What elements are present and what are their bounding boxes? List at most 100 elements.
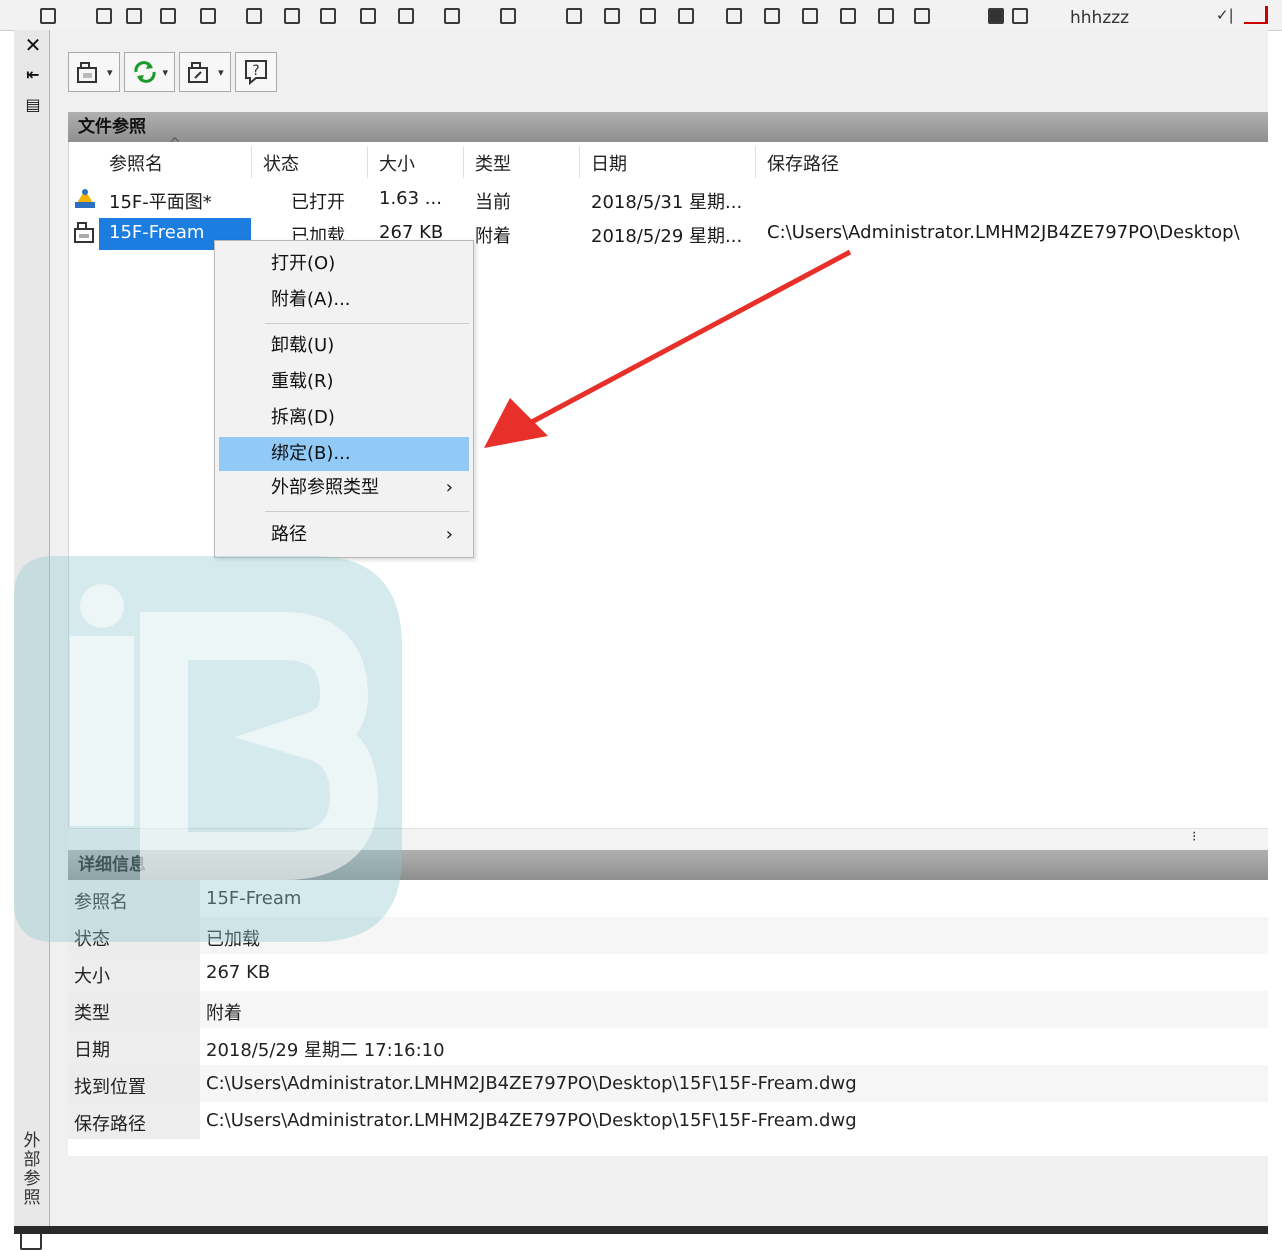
toolbar-icon[interactable] bbox=[96, 8, 112, 24]
ref-size: 1.63 ... bbox=[379, 188, 442, 209]
detail-row: 参照名 15F-Fream bbox=[68, 880, 1268, 917]
toolbar-icon[interactable] bbox=[246, 8, 262, 24]
column-header-status[interactable]: 状态 bbox=[263, 150, 299, 176]
detail-label: 类型 bbox=[74, 1003, 110, 1024]
detail-label: 保存路径 bbox=[74, 1114, 146, 1135]
menu-item-reload[interactable]: 重载(R) bbox=[219, 365, 469, 399]
menu-separator bbox=[265, 323, 469, 324]
refresh-button[interactable]: ▾ bbox=[123, 52, 176, 92]
details-header: 详细信息 bbox=[68, 850, 1268, 880]
column-divider[interactable] bbox=[367, 146, 368, 178]
toolbar-icon[interactable] bbox=[284, 8, 300, 24]
detail-value: 2018/5/29 星期二 17:16:10 bbox=[206, 1040, 445, 1061]
toolbar-icon[interactable] bbox=[802, 8, 818, 24]
chevron-down-icon[interactable]: ▾ bbox=[163, 66, 169, 79]
toolbar-icon[interactable] bbox=[914, 8, 930, 24]
detail-label: 大小 bbox=[74, 966, 110, 987]
column-divider[interactable] bbox=[755, 146, 756, 178]
detail-value: C:\Users\Administrator.LMHM2JB4ZE797PO\D… bbox=[206, 1110, 857, 1131]
toolbar-icon[interactable] bbox=[444, 8, 460, 24]
xref-attachment-icon bbox=[74, 222, 94, 243]
palette-side-bar: ✕ ⇤ ▤ 外部参照 bbox=[14, 30, 50, 1250]
column-header-name[interactable]: 参照名 bbox=[109, 150, 163, 176]
context-menu: 打开(O) 附着(A)... 卸载(U) 重载(R) 拆离(D) 绑定(B)..… bbox=[214, 240, 474, 558]
column-divider[interactable] bbox=[251, 146, 252, 178]
menu-item-label: 绑定(B)... bbox=[271, 443, 351, 464]
toolbar-icon[interactable] bbox=[726, 8, 742, 24]
toolbar-icon[interactable] bbox=[360, 8, 376, 24]
menu-item-label: 路径 bbox=[271, 524, 307, 545]
menu-item-attach[interactable]: 附着(A)... bbox=[219, 283, 469, 317]
refresh-icon bbox=[133, 61, 156, 83]
toolbar-icon[interactable] bbox=[320, 8, 336, 24]
menu-item-open[interactable]: 打开(O) bbox=[219, 247, 469, 281]
detail-value: 已加载 bbox=[206, 929, 260, 950]
sort-ascending-icon: ^ bbox=[169, 136, 181, 152]
toolbar-icon[interactable] bbox=[126, 8, 142, 24]
file-references-header: 文件参照 bbox=[68, 112, 1268, 142]
toolbar-icon[interactable] bbox=[764, 8, 780, 24]
help-button[interactable]: ? bbox=[234, 52, 277, 92]
chevron-down-icon[interactable]: ▾ bbox=[107, 66, 113, 79]
chevron-right-icon: › bbox=[445, 524, 453, 545]
toolbar-icon[interactable] bbox=[200, 8, 216, 24]
column-header-date[interactable]: 日期 bbox=[591, 150, 627, 176]
toolbar-icon[interactable] bbox=[878, 8, 894, 24]
detail-row: 状态 已加载 bbox=[68, 917, 1268, 954]
detail-label: 找到位置 bbox=[74, 1077, 146, 1098]
chevron-down-icon[interactable]: ▾ bbox=[218, 66, 224, 79]
change-path-button[interactable]: ▾ bbox=[179, 52, 231, 92]
chevron-right-icon: › bbox=[445, 477, 453, 498]
details-grid: 参照名 15F-Fream 状态 已加载 大小 267 KB 类型 附着 日期 … bbox=[68, 880, 1268, 1156]
menu-item-unload[interactable]: 卸载(U) bbox=[219, 329, 469, 363]
menu-item-label: 卸载(U) bbox=[271, 335, 335, 356]
ref-status: 已打开 bbox=[291, 192, 345, 213]
autohide-icon[interactable]: ⇤ bbox=[22, 64, 44, 86]
menu-item-path[interactable]: 路径 › bbox=[219, 518, 469, 552]
close-icon[interactable]: ✕ bbox=[22, 34, 44, 56]
detail-label: 参照名 bbox=[74, 892, 128, 913]
toolbar-icon[interactable] bbox=[678, 8, 694, 24]
splitter-icon[interactable]: ⁝ bbox=[1192, 829, 1196, 845]
toolbar-icon[interactable] bbox=[604, 8, 620, 24]
menu-item-detach[interactable]: 拆离(D) bbox=[219, 401, 469, 435]
help-icon: ? bbox=[244, 60, 267, 86]
table-row[interactable]: 15F-平面图* 已打开 1.63 ... 当前 2018/5/31 星期... bbox=[69, 182, 1269, 216]
column-divider[interactable] bbox=[579, 146, 580, 178]
column-header-path[interactable]: 保存路径 bbox=[767, 150, 839, 176]
menu-item-xref-type[interactable]: 外部参照类型 › bbox=[219, 471, 469, 505]
detail-value: 15F-Fream bbox=[206, 888, 302, 909]
window-bottom-edge bbox=[14, 1226, 1268, 1234]
column-header-type[interactable]: 类型 bbox=[475, 150, 511, 176]
column-divider[interactable] bbox=[463, 146, 464, 178]
toolbar-icon[interactable] bbox=[640, 8, 656, 24]
detail-row: 找到位置 C:\Users\Administrator.LMHM2JB4ZE79… bbox=[68, 1065, 1268, 1102]
host-toolbar-strip: hhhzzz ✓| bbox=[0, 0, 1282, 31]
toolbar-icon[interactable] bbox=[1012, 8, 1028, 24]
attach-dwg-button[interactable]: ▾ bbox=[68, 52, 120, 92]
menu-item-label: 附着(A)... bbox=[271, 289, 351, 310]
properties-icon[interactable]: ▤ bbox=[22, 94, 44, 116]
ref-date: 2018/5/31 星期... bbox=[591, 192, 743, 213]
menu-item-label: 打开(O) bbox=[271, 253, 336, 274]
toolbar-icon[interactable] bbox=[398, 8, 414, 24]
attach-dwg-icon bbox=[77, 62, 97, 83]
toolbar-icon[interactable] bbox=[840, 8, 856, 24]
menu-item-bind[interactable]: 绑定(B)... bbox=[219, 437, 469, 471]
menu-item-label: 拆离(D) bbox=[271, 407, 335, 428]
detail-label: 状态 bbox=[74, 929, 110, 950]
window-corner bbox=[1244, 6, 1268, 24]
horizontal-scrollbar[interactable]: ⁝ bbox=[68, 828, 1268, 849]
detail-value: 267 KB bbox=[206, 962, 271, 983]
toolbar-icon[interactable] bbox=[988, 8, 1004, 24]
toolbar-icon[interactable] bbox=[566, 8, 582, 24]
toolbar-icon[interactable] bbox=[40, 8, 56, 24]
detail-row: 大小 267 KB bbox=[68, 954, 1268, 991]
xref-toolbar: ▾ ▾ ▾ ? bbox=[68, 52, 277, 96]
toolbar-icon[interactable] bbox=[160, 8, 176, 24]
svg-text:?: ? bbox=[252, 63, 259, 79]
detail-value: C:\Users\Administrator.LMHM2JB4ZE797PO\D… bbox=[206, 1073, 857, 1094]
column-header-size[interactable]: 大小 bbox=[379, 150, 415, 176]
chevron-down-icon[interactable]: ✓| bbox=[1216, 6, 1234, 24]
toolbar-icon[interactable] bbox=[500, 8, 516, 24]
